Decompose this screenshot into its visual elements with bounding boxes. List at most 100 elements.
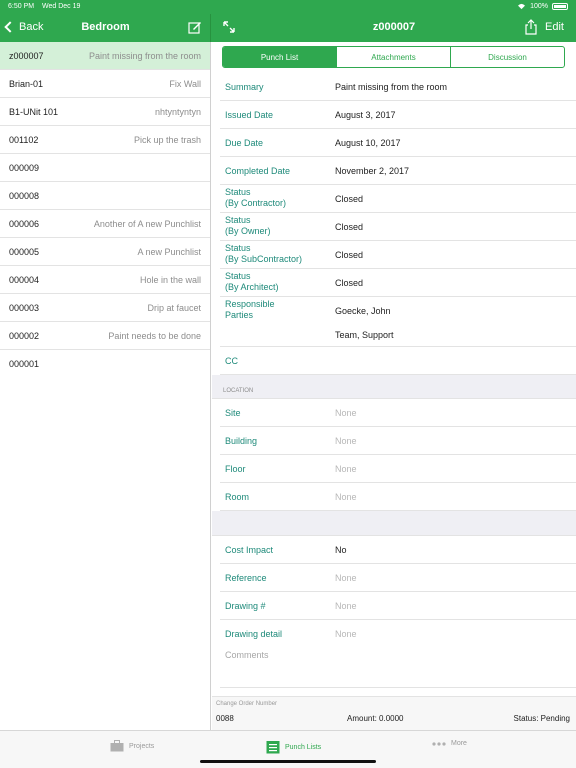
item-description: Paint needs to be done [108,330,201,341]
field-value: Closed [335,250,364,260]
nav-bar: Bedroom Back z000007 Edit [0,14,576,42]
due-date-field[interactable]: Due Date August 10, 2017 [220,129,576,157]
field-label: Cost Impact [225,545,274,555]
field-value: Closed [335,194,364,204]
change-order-amount: Amount: 0.0000 [347,714,404,723]
tab-attachments[interactable]: Attachments [337,47,451,67]
item-id: 000003 [9,302,40,313]
section-header: LOCATION [212,375,576,399]
more-dots-icon [432,741,446,746]
status-contractor-field[interactable]: Status (By Contractor) Closed [220,185,576,213]
field-label: Summary [225,82,264,92]
clipboard-list-icon [266,741,280,754]
item-description: nhtyntyntyn [154,106,201,117]
list-item[interactable]: 000002 Paint needs to be done [0,322,210,350]
home-indicator[interactable] [200,760,376,763]
drawing-detail-field[interactable]: Drawing detail None [220,620,576,648]
item-id: 000001 [9,359,40,369]
site-field[interactable]: Site None [220,399,576,427]
item-id: 001102 [9,134,39,145]
detail-fields: Summary Paint missing from the room Issu… [212,73,576,688]
room-field[interactable]: Room None [220,483,576,511]
summary-field[interactable]: Summary Paint missing from the room [220,73,576,101]
tab-more[interactable]: More [432,740,467,747]
field-value: Team, Support [335,330,394,340]
field-label: Reference [225,573,267,583]
field-value: None [335,464,357,474]
field-label: CC [225,356,238,366]
comments-placeholder: Comments [225,650,269,660]
battery-percent: 100% [530,3,548,10]
punch-detail: Punch List Attachments Discussion Summar… [212,42,576,696]
list-item[interactable]: 000009 [0,154,210,182]
field-label: Completed Date [225,166,291,176]
field-value: None [335,436,357,446]
status-date: Wed Dec 19 [42,3,81,10]
field-value: Closed [335,278,364,288]
battery-icon [552,3,568,10]
compose-icon[interactable] [188,20,202,34]
comments-field[interactable]: Comments [220,648,576,688]
detail-title: z000007 [372,21,416,33]
chevron-left-icon [4,21,16,33]
item-id: 000009 [9,162,40,173]
item-id: 000006 [9,218,40,229]
share-icon[interactable] [524,19,538,35]
field-label: Responsible Parties [225,299,275,320]
list-item[interactable]: Brian-01 Fix Wall [0,70,210,98]
item-id: z000007 [9,50,44,61]
drawing-number-field[interactable]: Drawing # None [220,592,576,620]
status-owner-field[interactable]: Status (By Owner) Closed [220,213,576,241]
tab-punch-list[interactable]: Punch List [223,47,337,67]
field-value: None [335,601,357,611]
back-button[interactable]: Back [4,21,43,33]
change-order-number: 0088 [216,714,234,723]
tab-discussion[interactable]: Discussion [451,47,564,67]
change-order-label: Change Order Number [216,701,278,707]
responsible-parties-field[interactable]: Responsible Parties Goecke, John Team, Su… [220,297,576,347]
list-item[interactable]: 000001 [0,350,210,378]
item-description: Pick up the trash [133,134,201,145]
field-value: None [335,492,357,502]
field-label: Status (By Contractor) [225,187,287,208]
tab-punch-lists[interactable]: Punch Lists [266,740,321,754]
list-item[interactable]: 000003 Drip at faucet [0,294,210,322]
location-header: LOCATION [223,388,254,394]
list-item[interactable]: 000005 A new Punchlist [0,238,210,266]
item-id: 000004 [9,274,40,285]
edit-button[interactable]: Edit [545,21,564,33]
item-description: Drip at faucet [147,302,201,313]
item-id: 000005 [9,246,40,257]
issued-date-field[interactable]: Issued Date August 3, 2017 [220,101,576,129]
status-subcontractor-field[interactable]: Status (By SubContractor) Closed [220,241,576,269]
item-description: Fix Wall [169,78,201,89]
field-label: Status (By Architect) [225,271,279,292]
cost-impact-field[interactable]: Cost Impact No [220,536,576,564]
field-value: None [335,573,357,583]
expand-icon[interactable] [222,20,236,34]
list-item[interactable]: z000007 Paint missing from the room [0,42,210,70]
item-description: Paint missing from the room [88,50,201,61]
item-description: Another of A new Punchlist [93,218,201,229]
field-value: August 3, 2017 [335,110,396,120]
list-item[interactable]: 000008 [0,182,210,210]
floor-field[interactable]: Floor None [220,455,576,483]
field-value: No [335,545,347,555]
status-architect-field[interactable]: Status (By Architect) Closed [220,269,576,297]
cc-field[interactable]: CC [220,347,576,375]
list-item[interactable]: 001102 Pick up the trash [0,126,210,154]
change-order-bar[interactable]: Change Order Number 0088 Amount: 0.0000 … [212,696,576,730]
change-order-status: Status: Pending [513,714,570,723]
field-label: Issued Date [225,110,274,120]
status-bar: 6:50 PM Wed Dec 19 100% [0,0,576,14]
list-item[interactable]: 000004 Hole in the wall [0,266,210,294]
reference-field[interactable]: Reference None [220,564,576,592]
list-item[interactable]: B1-UNit 101 nhtyntyntyn [0,98,210,126]
segmented-control: Punch List Attachments Discussion [222,46,565,68]
completed-date-field[interactable]: Completed Date November 2, 2017 [220,157,576,185]
building-field[interactable]: Building None [220,427,576,455]
tab-projects[interactable]: Projects [110,740,154,752]
list-nav: Bedroom Back [0,14,211,42]
list-item[interactable]: 000006 Another of A new Punchlist [0,210,210,238]
field-label: Status (By Owner) [225,215,271,236]
